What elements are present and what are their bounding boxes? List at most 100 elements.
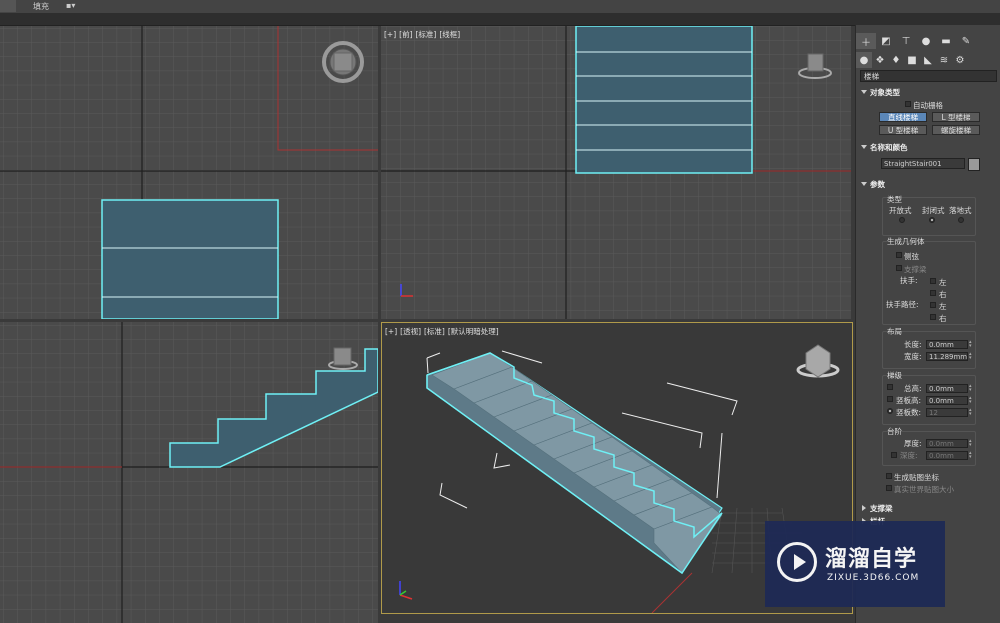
object-color-swatch[interactable]	[968, 158, 980, 171]
display-dropdown[interactable]: ▪▾	[66, 1, 75, 10]
autogrid-checkbox[interactable]	[905, 101, 911, 107]
watermark: 溜溜自学 ZIXUE.3D66.COM	[765, 521, 945, 607]
viewcube-icon[interactable]	[796, 344, 840, 378]
viewport-front[interactable]: [+] [前] [标准] [线框]	[381, 26, 851, 319]
viewport-perspective-label[interactable]: [+] [透视] [标准] [默认明暗处理]	[385, 326, 502, 337]
viewport-top-canvas	[0, 26, 378, 319]
length-label: 长度:	[904, 340, 922, 349]
total-height-field[interactable]: 0.0mm	[926, 384, 968, 393]
rollout-name-color[interactable]: 名称和颜色	[856, 142, 1000, 153]
shapes-icon[interactable]: ❖	[872, 52, 888, 68]
modify-icon[interactable]: ◩	[876, 33, 896, 49]
gen-geometry-title: 生成几何体	[887, 237, 925, 246]
support-beam-label: 支撑梁	[904, 265, 927, 274]
total-height-label: 总高:	[904, 384, 922, 393]
handrail-right-label: 右	[939, 290, 947, 299]
viewport-front-label[interactable]: [+] [前] [标准] [线框]	[384, 29, 463, 40]
length-spinner[interactable]: ▴ ▾	[969, 340, 973, 349]
real-world-checkbox[interactable]	[886, 485, 892, 491]
motion-icon[interactable]: ●	[916, 33, 936, 49]
depth-checkbox[interactable]	[891, 452, 897, 458]
depth-spinner[interactable]: ▴ ▾	[969, 451, 973, 460]
thickness-field[interactable]: 0.0mm	[926, 439, 968, 448]
handrail-right-checkbox[interactable]	[930, 290, 936, 296]
total-height-spinner[interactable]: ▴ ▾	[969, 384, 973, 393]
thickness-label: 厚度:	[904, 439, 922, 448]
rollout-support-beam[interactable]: 支撑梁	[856, 503, 1000, 514]
object-name-field[interactable]: StraightStair001	[881, 158, 965, 169]
display-icon[interactable]: ▬	[936, 33, 956, 49]
gen-mapping-label: 生成贴图坐标	[894, 473, 939, 482]
total-height-lock[interactable]	[887, 384, 893, 390]
autogrid-label: 自动栅格	[913, 101, 943, 110]
type-open-label: 开放式	[889, 206, 912, 215]
type-open-radio[interactable]	[899, 217, 905, 223]
l-stair-button[interactable]: L 型楼梯	[932, 112, 980, 122]
plus-icon[interactable]: ＋	[856, 33, 876, 49]
top-toolbar: 填充 ▪▾	[0, 0, 1000, 14]
thickness-spinner[interactable]: ▴ ▾	[969, 439, 973, 448]
viewport-front-canvas	[381, 26, 851, 319]
path-right-label: 右	[939, 314, 947, 323]
type-boxed-radio[interactable]	[958, 217, 964, 223]
viewport-top[interactable]	[0, 26, 378, 319]
type-boxed-label: 落地式	[949, 206, 972, 215]
path-right-checkbox[interactable]	[930, 314, 936, 320]
watermark-title: 溜溜自学	[825, 547, 918, 572]
riser-height-lock[interactable]	[887, 396, 893, 402]
support-beam-checkbox[interactable]	[896, 265, 902, 271]
steps-title: 台阶	[887, 427, 902, 436]
cameras-icon[interactable]: ■	[904, 52, 920, 68]
path-left-label: 左	[939, 302, 947, 311]
geometry-icon[interactable]: ●	[856, 52, 872, 68]
category-dropdown[interactable]: 楼梯	[860, 70, 997, 82]
riser-height-field[interactable]: 0.0mm	[926, 396, 968, 405]
spacewarps-icon[interactable]: ≋	[936, 52, 952, 68]
type-group-title: 类型	[887, 195, 902, 204]
systems-icon[interactable]: ⚙	[952, 52, 968, 68]
type-closed-label: 封闭式	[922, 206, 945, 215]
axis-gizmo-icon	[399, 581, 413, 600]
riser-count-spinner[interactable]: ▴ ▾	[969, 408, 973, 417]
width-spinner[interactable]: ▴ ▾	[969, 352, 973, 361]
viewport-left[interactable]	[0, 322, 378, 623]
path-left-checkbox[interactable]	[930, 302, 936, 308]
chevron-down-icon: ▾	[71, 1, 76, 10]
rollout-parameters[interactable]: 参数	[856, 179, 1000, 190]
viewport-left-canvas	[0, 322, 378, 623]
hierarchy-icon[interactable]: ⊤	[896, 33, 916, 49]
side-strings-label: 侧弦	[904, 252, 919, 261]
viewcube-icon[interactable]	[322, 41, 364, 83]
width-label: 宽度:	[904, 352, 922, 361]
stairs-title: 梯级	[887, 371, 902, 380]
layout-title: 布局	[887, 327, 902, 336]
u-stair-button[interactable]: U 型楼梯	[879, 125, 927, 135]
helpers-icon[interactable]: ◣	[920, 52, 936, 68]
panel-sub-tabs: ● ❖ ♦ ■ ◣ ≋ ⚙	[856, 52, 1000, 68]
handrail-left-checkbox[interactable]	[930, 278, 936, 284]
riser-height-spinner[interactable]: ▴ ▾	[969, 396, 973, 405]
riser-height-label: 竖板高:	[896, 396, 922, 405]
riser-count-lock[interactable]	[887, 408, 893, 414]
riser-count-label: 竖板数:	[896, 408, 922, 417]
rollout-object-type[interactable]: 对象类型	[856, 87, 1000, 98]
handrail-label: 扶手:	[900, 276, 918, 285]
toolbar-tab[interactable]	[0, 0, 16, 12]
handrail-path-label: 扶手路径:	[886, 300, 919, 309]
watermark-subtitle: ZIXUE.3D66.COM	[827, 573, 920, 583]
side-strings-checkbox[interactable]	[896, 252, 902, 258]
spiral-stair-button[interactable]: 螺旋楼梯	[932, 125, 980, 135]
straight-stair-button[interactable]: 直线楼梯	[879, 112, 927, 122]
real-world-label: 真实世界贴图大小	[894, 485, 954, 494]
fill-label[interactable]: 填充	[33, 1, 49, 12]
width-field[interactable]: 11.289mm	[926, 352, 968, 361]
lights-icon[interactable]: ♦	[888, 52, 904, 68]
gen-mapping-checkbox[interactable]	[886, 473, 892, 479]
utilities-icon[interactable]: ✎	[956, 33, 976, 49]
riser-count-field[interactable]: 12	[926, 408, 968, 417]
depth-label: 深度:	[900, 451, 918, 460]
handrail-left-label: 左	[939, 278, 947, 287]
depth-field[interactable]: 0.0mm	[926, 451, 968, 460]
type-closed-radio[interactable]	[929, 217, 935, 223]
length-field[interactable]: 0.0mm	[926, 340, 968, 349]
